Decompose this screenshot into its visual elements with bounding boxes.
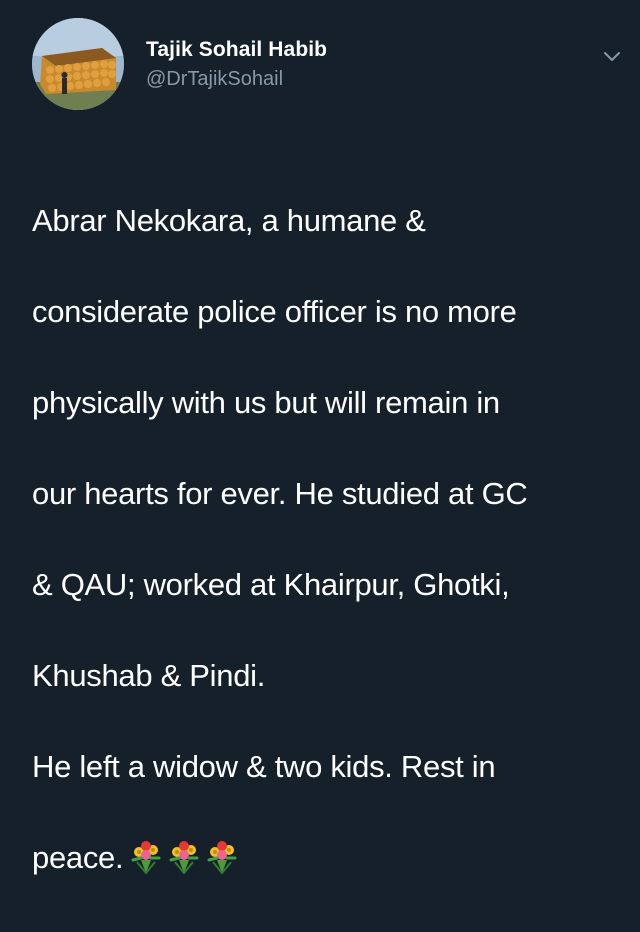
tweet-text-line: & QAU; worked at Khairpur, Ghotki,: [32, 566, 510, 602]
tweet-text-line: Khushab & Pindi.: [32, 657, 266, 693]
avatar-image: [32, 18, 124, 110]
tweet-text-line: physically with us but will remain in: [32, 384, 500, 420]
tweet-text-line: peace.: [32, 839, 124, 875]
avatar[interactable]: [32, 18, 124, 110]
tweet-text-line-last: peace.: [32, 835, 632, 887]
tweet-text: Abrar Nekokara, a humane & considerate p…: [32, 152, 632, 932]
bouquet-emoji: [205, 840, 239, 887]
bouquet-emoji: [129, 840, 163, 887]
author-handle[interactable]: @DrTajikSohail: [146, 68, 283, 91]
tweet-text-line: considerate police officer is no more: [32, 293, 517, 329]
tweet-text-line: He left a widow & two kids. Rest in: [32, 748, 496, 784]
tweet-text-line: our hearts for ever. He studied at GC: [32, 475, 528, 511]
tweet-text-line: Abrar Nekokara, a humane &: [32, 202, 426, 238]
chevron-down-icon[interactable]: [600, 44, 624, 68]
bouquet-emoji: [167, 840, 201, 887]
author-name[interactable]: Tajik Sohail Habib: [146, 38, 327, 62]
tweet-card: Tajik Sohail Habib @DrTajikSohail Abrar …: [0, 0, 640, 875]
emoji-group: [129, 840, 243, 887]
